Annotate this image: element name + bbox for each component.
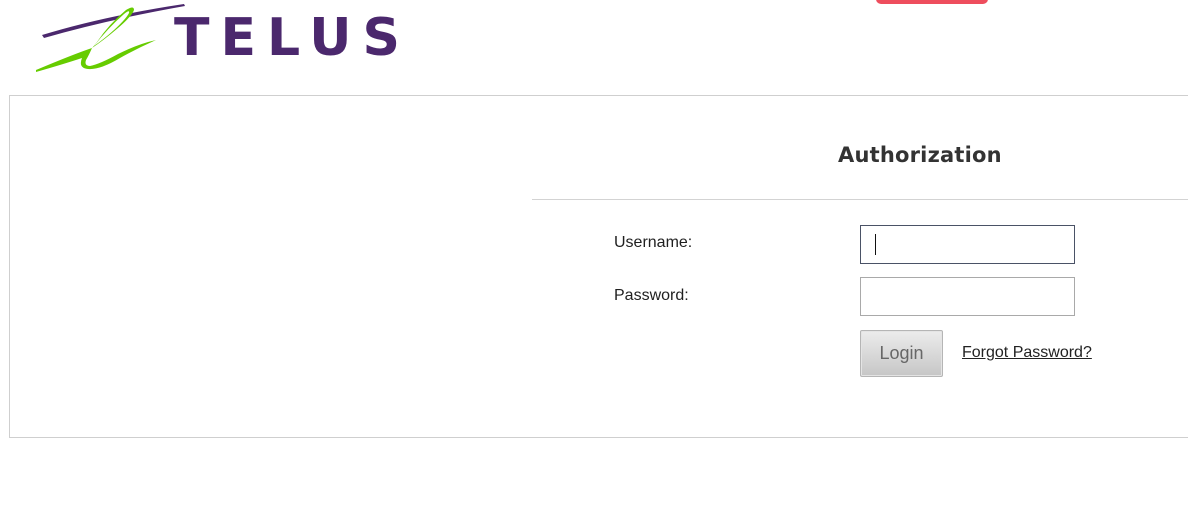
page: TELUS Authorization Username: Password: …: [0, 0, 1188, 505]
telus-logo-text: TELUS: [174, 8, 406, 68]
title-divider: [532, 199, 1188, 200]
username-label: Username:: [614, 234, 693, 251]
login-button[interactable]: Login: [860, 330, 943, 377]
telus-logo[interactable]: TELUS: [34, 2, 406, 72]
authorization-title: Authorization: [838, 143, 1002, 167]
top-banner-button[interactable]: [876, 0, 988, 4]
password-label: Password:: [614, 287, 689, 304]
username-input[interactable]: [860, 225, 1075, 264]
password-input[interactable]: [860, 277, 1075, 316]
text-cursor: [875, 234, 876, 255]
forgot-password-link[interactable]: Forgot Password?: [962, 344, 1092, 362]
telus-logo-graphic: TELUS: [36, 4, 406, 72]
authorization-panel: [9, 95, 1188, 438]
